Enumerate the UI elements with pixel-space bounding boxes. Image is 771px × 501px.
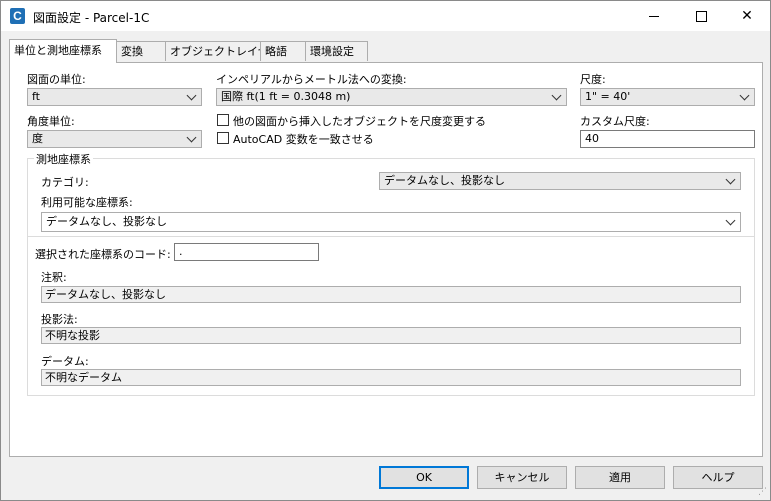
angle-units-label: 角度単位: [27,115,75,128]
scale-label: 尺度: [580,73,606,86]
close-button[interactable]: ✕ [724,1,770,31]
maximize-button[interactable] [678,1,724,31]
imperial-conversion-select[interactable]: 国際 ft(1 ft = 0.3048 m) [216,88,567,106]
autocad-vars-checkbox[interactable] [217,132,229,144]
minimize-button[interactable] [631,1,677,31]
projection-field: 不明な投影 [41,327,741,344]
minimize-icon [649,16,659,17]
coordinate-system-group-label: 測地座標系 [34,151,93,167]
scale-objects-checkbox[interactable] [217,114,229,126]
available-systems-value: データムなし、投影なし [46,215,167,228]
angle-units-value: 度 [32,132,43,145]
chevron-down-icon [725,215,736,226]
chevron-down-icon [186,90,197,101]
angle-units-select[interactable]: 度 [27,130,202,148]
category-label: カテゴリ: [41,176,89,189]
selected-code-input[interactable]: . [174,243,319,261]
scale-value: 1" = 40' [585,90,631,103]
datum-label: データム: [41,355,89,368]
tab-abbreviations[interactable]: 略語 [260,41,306,61]
description-field: データムなし、投影なし [41,286,741,303]
drawing-units-value: ft [32,90,40,103]
ok-button[interactable]: OK [379,466,469,489]
close-icon: ✕ [741,8,753,24]
datum-field: 不明なデータム [41,369,741,386]
custom-scale-label: カスタム尺度: [580,115,650,128]
group-divider [28,236,754,237]
tab-object-layers[interactable]: オブジェクトレイヤ [165,41,269,61]
help-button[interactable]: ヘルプ [673,466,763,489]
custom-scale-input[interactable]: 40 [580,130,755,148]
projection-label: 投影法: [41,313,78,326]
chevron-down-icon [186,132,197,143]
imperial-conversion-label: インペリアルからメートル法への変換: [216,73,407,86]
cancel-button[interactable]: キャンセル [477,466,567,489]
tab-transformation[interactable]: 変換 [116,41,166,61]
chevron-down-icon [551,90,562,101]
drawing-units-select[interactable]: ft [27,88,202,106]
category-value: データムなし、投影なし [384,174,505,187]
description-label: 注釈: [41,271,67,284]
resize-grip-icon[interactable]: ⋰ [758,487,767,497]
scale-select[interactable]: 1" = 40' [580,88,755,106]
apply-button[interactable]: 適用 [575,466,665,489]
tab-ambient-settings[interactable]: 環境設定 [305,41,368,61]
coordinate-system-group [27,158,755,396]
available-systems-label: 利用可能な座標系: [41,196,133,209]
chevron-down-icon [725,174,736,185]
civil3d-app-icon: C [10,8,25,24]
tab-units-and-zone[interactable]: 単位と測地座標系 [9,39,117,63]
chevron-down-icon [739,90,750,101]
window-title: 図面設定 - Parcel-1C [33,11,150,25]
maximize-icon [696,11,707,22]
available-systems-select[interactable]: データムなし、投影なし [41,212,741,232]
title-bar: C 図面設定 - Parcel-1C ✕ [1,1,770,31]
imperial-conversion-value: 国際 ft(1 ft = 0.3048 m) [221,90,351,103]
selected-code-label: 選択された座標系のコード: [35,248,171,261]
tab-strip: 単位と測地座標系 変換 オブジェクトレイヤ 略語 環境設定 [9,39,769,63]
drawing-units-label: 図面の単位: [27,73,86,86]
autocad-vars-label: AutoCAD 変数を一致させる [233,133,374,146]
dialog-window: C 図面設定 - Parcel-1C ✕ 単位と測地座標系 変換 オブジェクトレ… [0,0,771,501]
scale-objects-label: 他の図面から挿入したオブジェクトを尺度変更する [233,115,486,128]
category-select[interactable]: データムなし、投影なし [379,172,741,190]
